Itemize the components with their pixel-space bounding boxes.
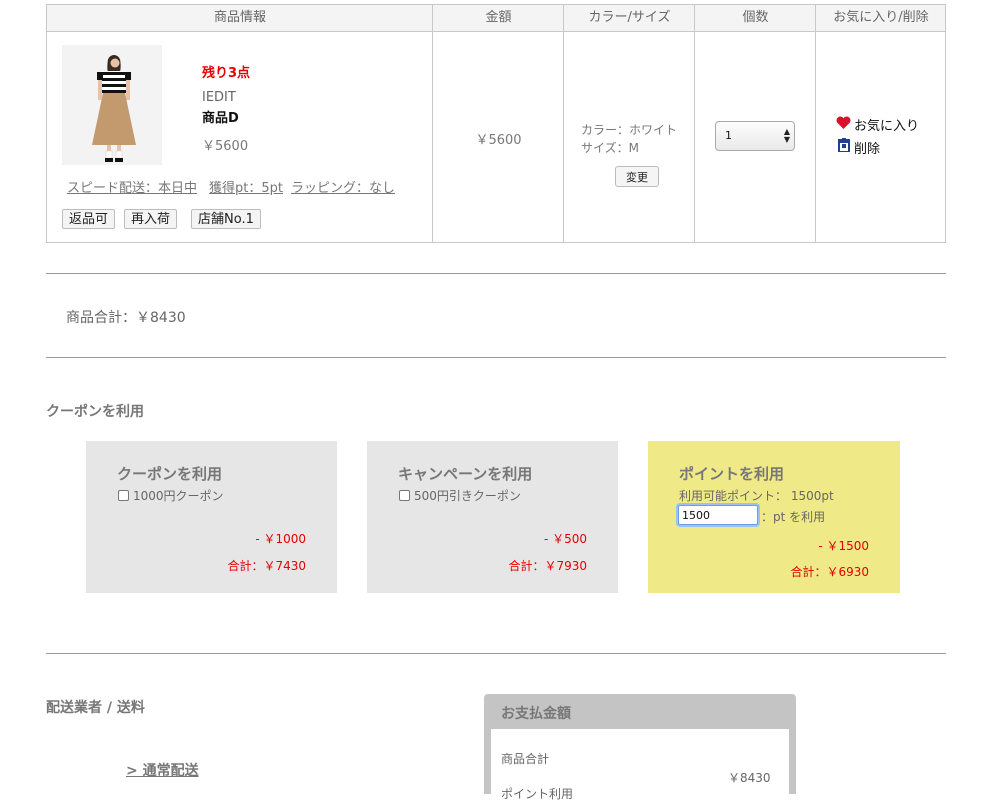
divider [46,653,946,654]
trash-icon [838,138,850,152]
delete-label: 削除 [854,142,881,157]
change-button[interactable]: 変更 [615,166,659,187]
column-divider [694,5,695,242]
earned-points-link[interactable]: 獲得pt：5pt [209,177,283,196]
product-image[interactable] [62,45,162,165]
campaign-option-label[interactable]: 500円引きクーポン [414,487,521,504]
coupon-total: 合計：￥7430 [227,559,306,573]
restock-tag[interactable]: 再入荷 [124,209,178,229]
shipping-section-title: 配送業者 / 送料 [46,700,145,716]
header-quantity: 個数 [742,10,769,25]
product-brand: IEDIT [202,90,236,105]
heart-icon [836,116,851,129]
items-subtotal: 商品合計：￥8430 [66,310,186,326]
campaign-total: 合計：￥7930 [508,559,587,573]
product-name[interactable]: 商品D [202,107,239,126]
points-box: ポイントを利用 利用可能ポイント： 1500pt ：pt を利用 - ￥1500… [648,441,900,593]
header-favorite-delete: お気に入り/削除 [833,10,929,25]
favorite-label: お気に入り [854,119,920,134]
stock-note: 残り3点 [202,66,251,81]
item-size: サイズ：M [581,141,639,155]
payment-body: 商品合計 ￥8430 ポイント利用 [491,729,789,801]
coupon-box-title: クーポンを利用 [117,465,223,483]
item-amount: ￥5600 [475,133,522,148]
coupon-checkbox[interactable] [118,490,129,501]
points-input-suffix: ：pt を利用 [761,510,826,524]
divider [46,357,946,358]
campaign-checkbox[interactable] [399,490,410,501]
campaign-box-title: キャンペーンを利用 [398,465,533,483]
payment-title: お支払金額 [501,706,571,722]
header-product-info: 商品情報 [213,10,266,25]
payment-subtotal-value: ￥8430 [728,771,771,785]
points-input[interactable] [678,505,758,525]
quantity-select[interactable]: 1 ▲ ▼ [715,121,795,151]
campaign-box: キャンペーンを利用 500円引きクーポン - ￥500 合計：￥7930 [367,441,618,593]
quantity-value: 1 [725,129,732,142]
coupon-discount: - ￥1000 [255,532,306,546]
header-amount: 金額 [485,10,512,25]
coupon-option-label[interactable]: 1000円クーポン [133,487,224,504]
payment-points-label: ポイント利用 [501,787,574,801]
divider [46,273,946,274]
coupon-section-title: クーポンを利用 [46,404,144,420]
payment-subtotal-label: 商品合計 [501,752,550,766]
points-box-title: ポイントを利用 [679,465,785,483]
item-color: カラー：ホワイト [581,123,678,137]
column-divider [563,5,564,242]
points-total: 合計：￥6930 [790,565,869,579]
available-points: 利用可能ポイント： 1500pt [679,489,834,503]
returnable-tag[interactable]: 返品可 [62,209,116,229]
payment-summary: お支払金額 商品合計 ￥8430 ポイント利用 [484,694,796,801]
table-header: 商品情報 金額 カラー/サイズ 個数 お気に入り/削除 [47,5,945,32]
speed-delivery-link[interactable]: スピード配送：本日中 [67,177,197,196]
cart-table: 商品情報 金額 カラー/サイズ 個数 お気に入り/削除 残り3点 IEDIT 商… [46,4,946,243]
product-price: ￥5600 [202,139,249,154]
points-discount: - ￥1500 [818,539,869,553]
column-divider [432,5,433,242]
campaign-discount: - ￥500 [543,532,587,546]
header-color-size: カラー/サイズ [588,10,671,25]
select-arrows-icon: ▲ ▼ [783,127,790,144]
standard-shipping-link[interactable]: > 通常配送 [126,760,199,780]
wrapping-link[interactable]: ラッピング：なし [291,177,395,196]
coupon-box: クーポンを利用 1000円クーポン - ￥1000 合計：￥7430 [86,441,337,593]
column-divider [815,5,816,242]
store-no1-tag[interactable]: 店舗No.1 [191,209,261,229]
